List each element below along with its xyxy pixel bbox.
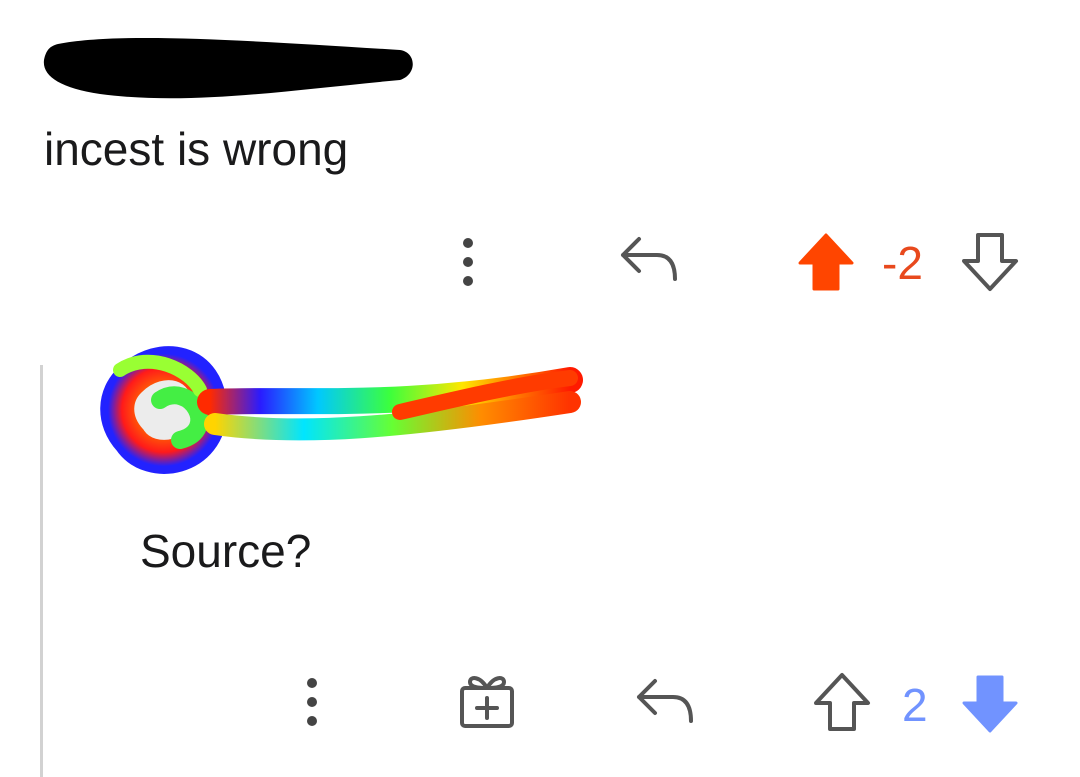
upvote-arrow-icon (798, 233, 854, 291)
parent-downvote-button[interactable] (958, 230, 1022, 294)
redacted-username (40, 30, 420, 108)
reply-reply-button[interactable] (628, 670, 700, 730)
parent-score: -2 (882, 237, 923, 289)
gift-award-icon (460, 676, 514, 728)
reply-upvote-button[interactable] (810, 670, 874, 734)
parent-comment-body: incest is wrong (44, 123, 349, 175)
reply-award-button[interactable] (454, 668, 520, 734)
more-vertical-icon (307, 678, 317, 726)
downvote-arrow-icon (962, 233, 1018, 291)
parent-upvote-button[interactable] (794, 230, 858, 294)
reply-arrow-icon (637, 679, 693, 723)
thread-line[interactable] (40, 365, 43, 777)
parent-more-button[interactable] (446, 232, 490, 292)
parent-reply-button[interactable] (612, 228, 684, 288)
reply-downvote-button[interactable] (958, 672, 1022, 736)
reply-arrow-icon (621, 237, 677, 281)
reply-more-button[interactable] (290, 672, 334, 732)
more-vertical-icon (463, 238, 473, 286)
reply-comment-body: Source? (140, 525, 312, 577)
reply-score: 2 (902, 679, 928, 731)
redacted-user-scribble (100, 340, 590, 490)
downvote-arrow-icon (962, 675, 1018, 733)
upvote-arrow-icon (814, 673, 870, 731)
